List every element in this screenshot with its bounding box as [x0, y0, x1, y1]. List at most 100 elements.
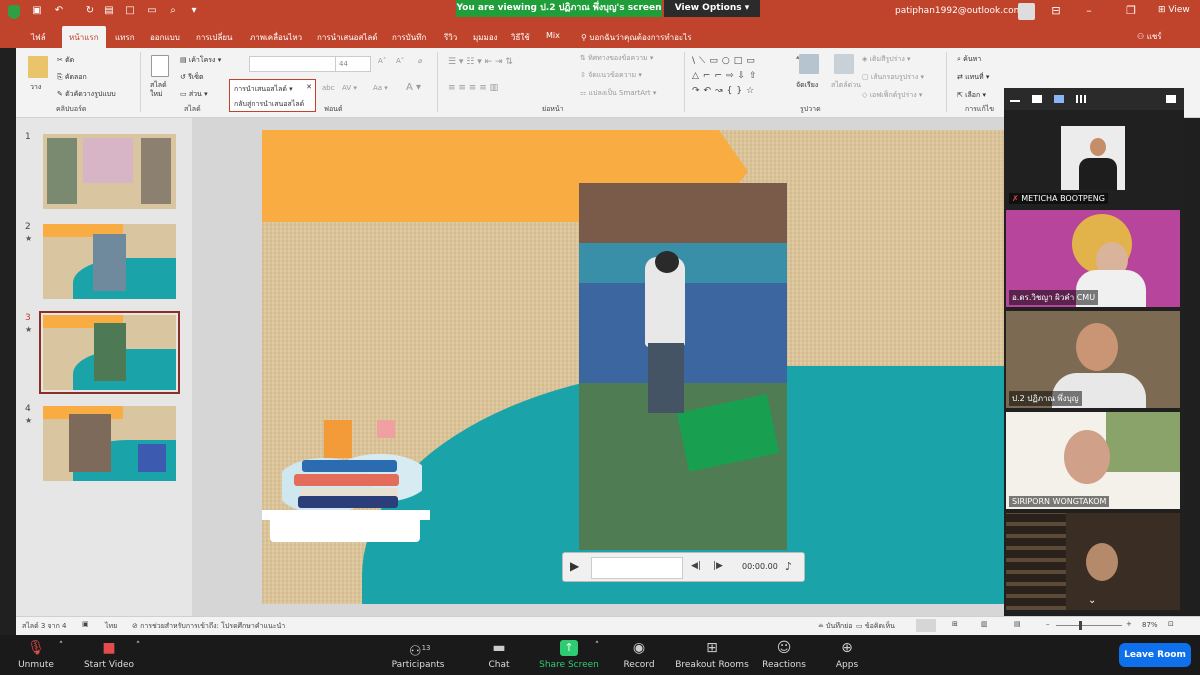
video-progress-bar[interactable] [591, 557, 683, 579]
zoom-in-icon[interactable]: + [1126, 620, 1132, 628]
tab-insert[interactable]: แทรก [111, 29, 139, 46]
view-options-button[interactable]: View Options ▾ [664, 0, 760, 17]
paste-label[interactable]: วาง [30, 82, 41, 93]
print-preview-icon[interactable]: ⌕ [167, 5, 179, 17]
tab-transitions[interactable]: การเปลี่ยน [192, 29, 237, 46]
align-icons[interactable]: ≡ ≡ ≡ ≡ ▥ [448, 83, 498, 93]
arrange-label[interactable]: จัดเรียง [796, 80, 818, 91]
section-button[interactable]: ▭ ส่วน ▾ [180, 89, 208, 100]
presenter-icon[interactable]: ▤ [103, 5, 115, 17]
record-button[interactable]: ◉ Record [620, 640, 658, 670]
clear-format-icon[interactable]: ⌀ [418, 57, 422, 65]
participant-tile[interactable]: SIRIPORN WONGTAKOM [1006, 412, 1180, 509]
tab-view[interactable]: มุมมอง [469, 29, 502, 46]
fit-slide-icon[interactable]: ⊡ [1168, 620, 1174, 628]
participant-tile[interactable]: ป.2 ปฏิภาณ พึ่งบุญ [1006, 311, 1180, 408]
account-avatar[interactable] [1018, 3, 1035, 20]
zoom-percent[interactable]: 87% [1142, 621, 1158, 629]
notes-button[interactable]: ≐ บันทึกย่อ [818, 621, 852, 632]
popup-line1[interactable]: การนำเสนอสไลด์ ▾ [234, 84, 293, 95]
quick-styles-icon[interactable] [834, 54, 854, 74]
scroll-down-icon[interactable]: ⌄ [1088, 595, 1096, 606]
chat-button[interactable]: ▬ Chat [484, 640, 514, 670]
grow-font-icon[interactable]: A˄ [378, 57, 386, 65]
layout-button[interactable]: ▤ เค้าโครง ▾ [180, 55, 221, 66]
popup-line2[interactable]: กลับสู่การนำเสนอสไลด์ [234, 99, 304, 110]
shape-effects-button[interactable]: ◇ เอฟเฟ็กต์รูปร่าง ▾ [862, 90, 922, 101]
new-icon[interactable]: □ [124, 5, 136, 17]
new-slide-icon[interactable] [151, 55, 169, 77]
audio-options-chevron-icon[interactable]: ˄ [56, 641, 66, 651]
tab-review[interactable]: รีวิว [440, 29, 461, 46]
accessibility-status[interactable]: ⊘ การช่วยสำหรับการเข้าถึง: โปรดศึกษาคำแน… [132, 621, 285, 632]
volume-icon[interactable]: ♪ [785, 560, 792, 573]
reading-view-icon[interactable]: ▥ [981, 620, 988, 628]
share-screen-button[interactable]: ↑ Share Screen [538, 640, 600, 670]
speaker-view-icon[interactable] [1032, 95, 1042, 103]
quick-styles-label[interactable]: สไตล์ด่วน [831, 80, 861, 91]
step-back-icon[interactable]: ◀| [691, 561, 701, 571]
minimize-icon[interactable]: – [1082, 4, 1096, 17]
align-text-button[interactable]: ⇳ จัดแนวข้อความ ▾ [580, 70, 642, 81]
slideshow-view-icon[interactable]: ▤ [1014, 620, 1021, 628]
participants-button[interactable]: ⚇13 Participants [388, 640, 448, 670]
tab-file[interactable]: ไฟล์ [27, 29, 50, 46]
gallery-view-icon[interactable] [1076, 95, 1086, 103]
slide-thumbnail-4[interactable] [43, 406, 176, 481]
tab-home[interactable]: หน้าแรก [62, 26, 106, 48]
step-forward-icon[interactable]: |▶ [713, 561, 723, 571]
breakout-rooms-button[interactable]: ⊞ Breakout Rooms [674, 640, 750, 670]
video-options-chevron-icon[interactable]: ˄ [133, 641, 143, 651]
zoom-slider-thumb[interactable] [1079, 621, 1082, 630]
copy-button[interactable]: ⎘ คัดลอก [57, 72, 87, 83]
tab-recording[interactable]: การบันทึก [388, 29, 430, 46]
paste-icon[interactable] [28, 56, 48, 78]
shape-fill-button[interactable]: ◈ เติมสีรูปร่าง ▾ [862, 54, 911, 65]
comments-button[interactable]: ▭ ข้อคิดเห็น [856, 621, 895, 632]
close-icon[interactable]: ✕ [306, 83, 312, 91]
tab-animations[interactable]: ภาพเคลื่อนไหว [246, 29, 306, 46]
select-button[interactable]: ⇱ เลือก ▾ [957, 90, 986, 101]
smartart-button[interactable]: ⚏ แปลงเป็น SmartArt ▾ [580, 88, 656, 99]
arrange-icon[interactable] [799, 54, 819, 74]
exit-panel-icon[interactable] [1166, 95, 1176, 103]
restore-icon[interactable]: ❐ [1124, 4, 1138, 17]
unmute-button[interactable]: 🎙 Unmute [14, 640, 58, 670]
replace-button[interactable]: ⇄ แทนที่ ▾ [957, 72, 989, 83]
strike-icon[interactable]: abc [322, 84, 335, 92]
reset-button[interactable]: ↺ รีเซ็ต [180, 72, 204, 83]
apps-button[interactable]: ⊕ Apps [832, 640, 862, 670]
current-slide[interactable]: ▶ ◀| |▶ 00:00.00 ♪ [262, 130, 1004, 604]
shrink-font-icon[interactable]: A˅ [396, 57, 404, 65]
share-options-chevron-icon[interactable]: ˄ [592, 641, 602, 651]
tab-mix[interactable]: Mix [542, 29, 564, 42]
reactions-button[interactable]: ☺ Reactions [760, 640, 808, 670]
slide-thumbnail-2[interactable] [43, 224, 176, 299]
customize-qat-icon[interactable]: ▾ [188, 5, 200, 17]
slide-sorter-icon[interactable]: ⊞ [952, 620, 958, 628]
participant-tile[interactable]: ⌄ [1006, 513, 1180, 610]
redo-icon[interactable]: ↻ [84, 5, 96, 17]
find-button[interactable]: ⌕ ค้นหา [957, 54, 981, 65]
tell-me-search[interactable]: ⚲ บอกฉันว่าคุณต้องการทำอะไร [577, 29, 696, 46]
normal-view-icon[interactable] [916, 619, 936, 632]
share-button[interactable]: ⚇ แชร์ [1137, 30, 1162, 43]
leave-room-button[interactable]: Leave Room [1119, 643, 1191, 667]
zoom-slider[interactable] [1056, 625, 1122, 626]
language-label[interactable]: ไทย [105, 621, 117, 632]
char-spacing-icon[interactable]: AV ▾ [342, 84, 357, 92]
cut-button[interactable]: ✂ ตัด [57, 55, 74, 66]
slide-thumbnail-1[interactable] [43, 134, 176, 209]
slide-thumbnail-3[interactable] [39, 311, 180, 394]
open-icon[interactable]: ▭ [146, 5, 158, 17]
tab-design[interactable]: ออกแบบ [146, 29, 184, 46]
start-video-button[interactable]: ■ Start Video [82, 640, 136, 670]
undo-icon[interactable]: ↶ [53, 5, 65, 17]
play-icon[interactable]: ▶ [570, 559, 579, 573]
save-icon[interactable]: ▣ [31, 5, 43, 17]
bullets-icon[interactable]: ☰ ▾ ☷ ▾ ⇤ ⇥ ⇅ [448, 57, 513, 67]
font-color-icon[interactable]: A ▾ [406, 82, 421, 93]
spellcheck-icon[interactable]: ▣ [82, 620, 89, 628]
strip-view-icon[interactable] [1054, 95, 1064, 103]
text-direction-button[interactable]: ⇅ ทิศทางของข้อความ ▾ [580, 53, 653, 64]
